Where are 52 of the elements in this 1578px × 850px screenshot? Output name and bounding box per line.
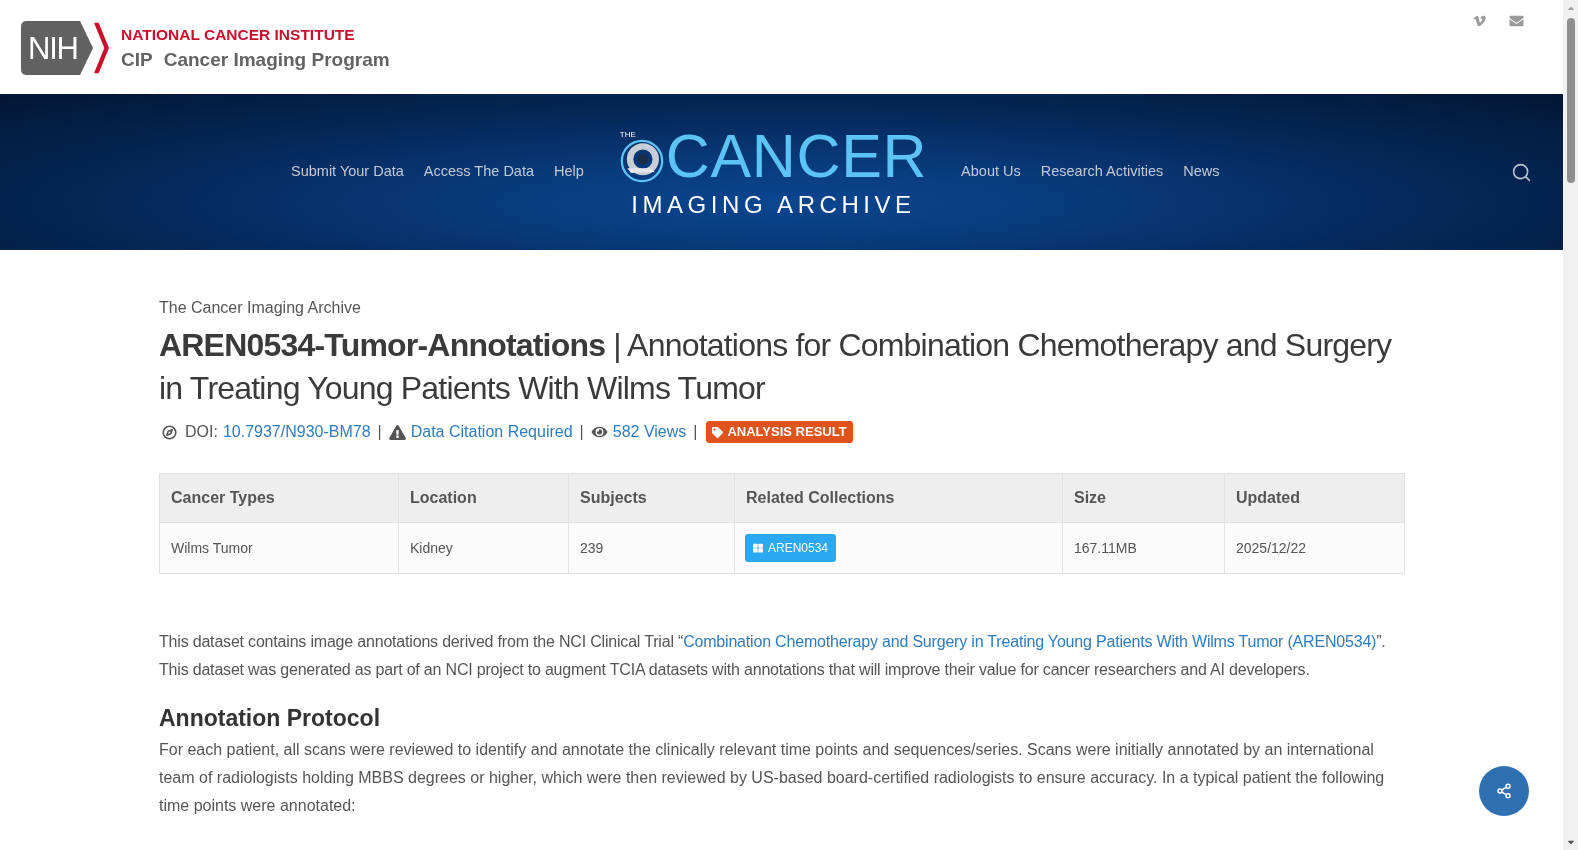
doi-link[interactable]: 10.7937/N930-BM78 — [222, 420, 371, 444]
pipe-separator: | — [693, 422, 698, 442]
category-tag[interactable]: ANALYSIS RESULT — [706, 421, 853, 443]
tag-icon — [712, 426, 724, 438]
nav-link[interactable]: Research Activities — [1040, 161, 1164, 183]
program-name: Cancer Imaging Program — [163, 47, 390, 72]
doi-label: DOI: — [185, 422, 218, 442]
table-header-cell: Location — [398, 473, 569, 523]
scanner-ring-icon — [619, 138, 664, 183]
share-icon — [1496, 783, 1512, 799]
grid-icon — [753, 543, 763, 553]
table-cell: 239 — [568, 522, 735, 574]
nav-link[interactable]: About Us — [961, 161, 1021, 183]
nav-link[interactable]: Access The Data — [423, 161, 534, 183]
table-header-cell: Size — [1062, 473, 1225, 523]
pipe-separator: | — [377, 422, 382, 442]
scrollbar[interactable] — [1563, 0, 1578, 850]
logo-title[interactable]: CANCER — [665, 125, 928, 187]
trial-link[interactable]: Combination Chemotherapy and Surgery in Treating Young Patients With Wilms Tumor (AREN0534) — [683, 633, 1377, 650]
description-paragraph: This dataset contains image annotations derived from the NCI Clinical Trial “Combination Chemotherapy and Surgery in Treating Young Patients With Wilms Tumor (AREN0534)”. This dataset was generated as part of an NCI project to augment TCIA datasets with annotations that will improve their value for cancer researchers and AI developers. — [159, 632, 1387, 680]
nav-link[interactable]: News — [1183, 161, 1220, 183]
mail-icon[interactable] — [1508, 14, 1525, 28]
warning-icon — [388, 424, 406, 440]
nih-logo[interactable]: NIH — [21, 21, 93, 75]
chevron-icon — [94, 21, 109, 75]
search-icon[interactable] — [1511, 161, 1532, 183]
table-header-cell: Subjects — [568, 473, 735, 523]
table-header-cell: Related Collections — [734, 473, 1063, 523]
section-paragraph: For each patient, all scans were reviewed to identify and annotate the clinically relevant time points and sequences/series. Scans were initially annotated by an international team of radiologists holding MBBS degrees or higher, which were then reviewed by US-based board-certified radiologists to ensure accuracy. In a typical patient the following time points were annotated: — [159, 740, 1386, 816]
page-title: AREN0534-Tumor-Annotations | Annotations for Combination Chemotherapy and Surgery in Treating Young Patients With Wilms Tumor — [159, 326, 1393, 408]
table-header-cell: Cancer Types — [159, 473, 399, 523]
logo-subtitle: IMAGING ARCHIVE — [631, 191, 916, 219]
section-heading: Annotation Protocol — [159, 704, 382, 733]
nav-link[interactable]: Help — [554, 161, 584, 183]
pipe-separator: | — [579, 422, 584, 442]
table-cell: Kidney — [398, 522, 569, 574]
nav-link[interactable]: Submit Your Data — [291, 161, 404, 183]
program-abbreviation: CIP — [121, 47, 153, 72]
table-cell: 167.11MB — [1062, 522, 1225, 574]
compass-icon — [162, 424, 177, 440]
scrollbar-thumb[interactable] — [1566, 18, 1575, 183]
table-header-cell: Updated — [1224, 473, 1405, 523]
share-button[interactable] — [1479, 766, 1529, 816]
eye-icon — [590, 425, 608, 439]
institute-name: NATIONAL CANCER INSTITUTE — [121, 24, 356, 45]
vimeo-icon[interactable] — [1472, 14, 1487, 28]
table-cell: Wilms Tumor — [159, 522, 399, 574]
views-link[interactable]: 582 Views — [612, 420, 687, 444]
table-cell: 2025/12/22 — [1224, 522, 1405, 574]
citation-link[interactable]: Data Citation Required — [410, 420, 573, 444]
breadcrumb[interactable]: The Cancer Imaging Archive — [159, 296, 1404, 320]
logo-small-text: THE — [619, 129, 636, 139]
